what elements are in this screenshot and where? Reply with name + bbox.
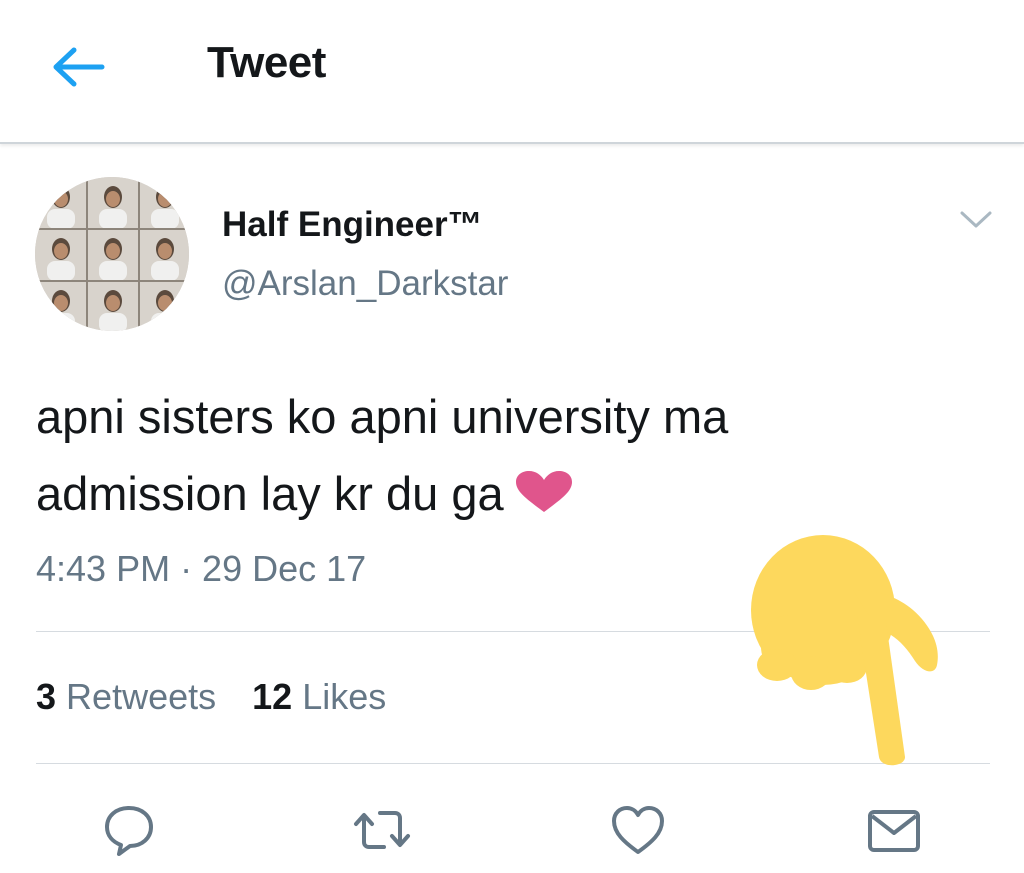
retweets-label: Retweets bbox=[66, 676, 217, 717]
pink-heart-emoji-icon bbox=[514, 459, 574, 512]
like-button[interactable] bbox=[608, 800, 668, 860]
retweets-stat[interactable]: 3 Retweets bbox=[36, 676, 216, 718]
retweet-button[interactable] bbox=[352, 800, 412, 860]
likes-stat[interactable]: 12 Likes bbox=[252, 676, 386, 718]
reply-button[interactable] bbox=[99, 800, 159, 860]
author-handle[interactable]: @Arslan_Darkstar bbox=[222, 264, 508, 304]
likes-label: Likes bbox=[302, 676, 387, 717]
reply-bubble-icon bbox=[105, 806, 153, 856]
direct-message-button[interactable] bbox=[864, 800, 924, 860]
envelope-icon bbox=[868, 810, 920, 852]
page-title: Tweet bbox=[207, 38, 326, 87]
pointing-finger-down-icon bbox=[745, 535, 955, 775]
heart-outline-icon bbox=[612, 806, 664, 854]
tweet-stats: 3 Retweets 12 Likes bbox=[36, 676, 386, 718]
chevron-down-icon bbox=[960, 211, 992, 228]
avatar-image bbox=[35, 177, 189, 331]
tweet-timestamp[interactable]: 4:43 PM · 29 Dec 17 bbox=[36, 548, 366, 590]
tweet-text-line: admission lay kr du ga bbox=[36, 455, 986, 532]
tweet-text-line-2: admission lay kr du ga bbox=[36, 467, 504, 520]
more-options-button[interactable] bbox=[958, 205, 994, 233]
arrow-left-icon bbox=[53, 47, 105, 87]
tweet-text: apni sisters ko apni university ma admis… bbox=[36, 378, 986, 532]
retweets-count: 3 bbox=[36, 676, 57, 717]
retweet-icon bbox=[354, 811, 410, 849]
likes-count: 12 bbox=[252, 676, 293, 717]
author-display-name[interactable]: Half Engineer™ bbox=[222, 205, 483, 245]
top-app-bar: Tweet bbox=[0, 0, 1024, 144]
avatar[interactable] bbox=[35, 177, 189, 331]
back-button[interactable] bbox=[50, 42, 110, 92]
tweet-text-line: apni sisters ko apni university ma bbox=[36, 390, 729, 443]
